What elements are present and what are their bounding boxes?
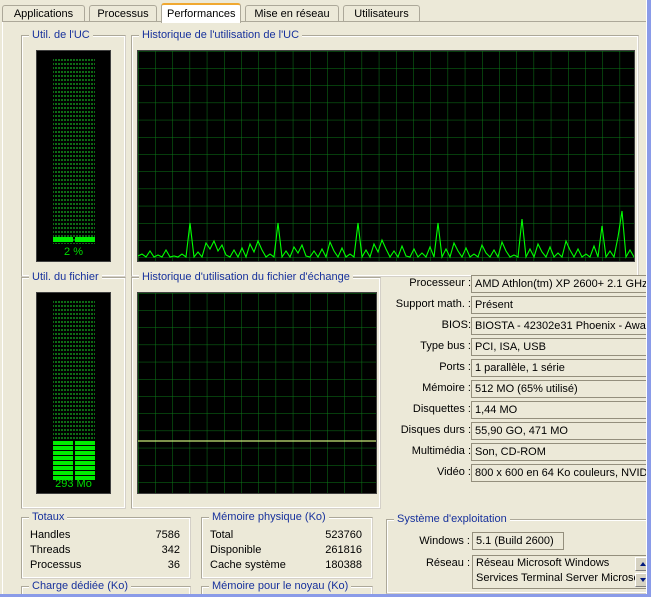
kernel-memory-title: Mémoire pour le noyau (Ko) [209,580,352,592]
commit-charge-title: Charge dédiée (Ko) [29,580,132,592]
network-item-1[interactable]: Services Terminal Server Microsc [473,571,651,586]
totals-row-handles: Handles 7586 [30,529,182,544]
sysinfo-label-bios: BIOS: [441,319,471,331]
physmem-value-disponible: 261816 [325,544,362,556]
sysinfo-row-disques-durs: Disques durs : 55,90 GO, 471 MO [386,422,651,442]
sysinfo-value-type-bus: PCI, ISA, USB [471,338,651,356]
cpu-usage-group: Util. de l'UC 2 % [21,29,126,277]
performances-tab-panel: Util. de l'UC 2 % Historique de l'utilis… [2,22,651,597]
sysinfo-label-memoire: Mémoire : [422,382,471,394]
sysinfo-row-type-bus: Type bus : PCI, ISA, USB [386,338,651,358]
physmem-value-cache: 180388 [325,559,362,571]
os-value-windows: 5.1 (Build 2600) [472,532,564,550]
sysinfo-label-disquettes: Disquettes : [412,403,471,415]
sysinfo-value-processeur: AMD Athlon(tm) XP 2600+ 2.1 GHz [471,275,651,293]
file-usage-title: Util. du fichier [29,271,102,283]
system-info-panel: Processeur : AMD Athlon(tm) XP 2600+ 2.1… [386,275,651,507]
file-history-group: Historique d'utilisation du fichier d'éc… [131,271,381,509]
os-row-reseau: Réseau : Réseau Microsoft Windows Servic… [387,555,651,589]
physmem-label-cache: Cache système [210,559,286,571]
cpu-history-graph [137,50,635,262]
cpu-usage-meter: 2 % [36,50,111,262]
file-history-title: Historique d'utilisation du fichier d'éc… [139,271,353,283]
cpu-usage-title: Util. de l'UC [29,29,93,41]
file-usage-group: Util. du fichier 293 Mo [21,271,126,509]
sysinfo-row-disquettes: Disquettes : 1,44 MO [386,401,651,421]
file-history-graph [137,292,377,494]
physmem-row-disponible: Disponible 261816 [210,544,364,559]
os-label-reseau: Réseau : [425,557,470,569]
sysinfo-value-memoire: 512 MO (65% utilisé) [471,380,651,398]
file-history-graphic [138,293,376,493]
totals-row-processus: Processus 36 [30,559,182,574]
cpu-meter-graphic [53,59,95,244]
file-usage-meter: 293 Mo [36,292,111,494]
totals-title: Totaux [29,511,68,523]
sysinfo-row-processeur: Processeur : AMD Athlon(tm) XP 2600+ 2.1… [386,275,651,295]
physmem-value-total: 523760 [325,529,362,541]
totals-label-processus: Processus [30,559,82,571]
tab-utilisateurs[interactable]: Utilisateurs [343,5,420,22]
chevron-up-icon [639,562,646,566]
chevron-down-icon [639,578,646,582]
totals-value-threads: 342 [161,544,180,556]
physmem-row-cache: Cache système 180388 [210,559,364,574]
tab-applications[interactable]: Applications [2,5,85,22]
task-manager-window: Applications Processus Performances Mise… [0,0,651,597]
os-group-title: Système d'exploitation [394,513,510,525]
sysinfo-label-video: Vidéo : [436,466,471,478]
cpu-usage-value: 2 % [64,246,83,258]
sysinfo-row-bios: BIOS: BIOSTA - 42302e31 Phoenix - Awar [386,317,651,337]
tab-strip: Applications Processus Performances Mise… [2,3,647,23]
sysinfo-label-ports: Ports : [439,361,471,373]
tab-performances[interactable]: Performances [161,3,241,23]
sysinfo-label-type-bus: Type bus : [420,340,471,352]
sysinfo-row-video: Vidéo : 800 x 600 en 64 Ko couleurs, NVI… [386,464,651,484]
sysinfo-row-ports: Ports : 1 parallèle, 1 série [386,359,651,379]
sysinfo-value-video: 800 x 600 en 64 Ko couleurs, NVIDI [471,464,651,482]
file-meter-graphic [53,301,95,480]
window-border-right [647,0,651,597]
sysinfo-value-bios: BIOSTA - 42302e31 Phoenix - Awar [471,317,651,335]
cpu-history-group: Historique de l'utilisation de l'UC [131,29,639,277]
totals-group: Totaux Handles 7586 Threads 342 Processu… [21,511,191,579]
sysinfo-label-multimedia: Multimédia : [411,445,471,457]
file-usage-value: 293 Mo [55,478,92,490]
physmem-label-disponible: Disponible [210,544,262,556]
sysinfo-value-disques-durs: 55,90 GO, 471 MO [471,422,651,440]
cpu-history-title: Historique de l'utilisation de l'UC [139,29,303,41]
physmem-row-total: Total 523760 [210,529,364,544]
sysinfo-label-support-math: Support math. : [395,298,471,310]
sysinfo-row-support-math: Support math. : Présent [386,296,651,316]
sysinfo-value-ports: 1 parallèle, 1 série [471,359,651,377]
totals-value-processus: 36 [167,559,180,571]
sysinfo-label-disques-durs: Disques durs : [400,424,471,436]
physmem-label-total: Total [210,529,234,541]
os-group: Système d'exploitation Windows : 5.1 (Bu… [386,513,651,594]
sysinfo-value-disquettes: 1,44 MO [471,401,651,419]
totals-value-handles: 7586 [155,529,180,541]
tab-processus[interactable]: Processus [89,5,157,22]
os-label-windows: Windows : [419,535,470,547]
physical-memory-group: Mémoire physique (Ko) Total 523760 Dispo… [201,511,373,579]
totals-row-threads: Threads 342 [30,544,182,559]
physical-memory-title: Mémoire physique (Ko) [209,511,329,523]
sysinfo-row-memoire: Mémoire : 512 MO (65% utilisé) [386,380,651,400]
network-item-0[interactable]: Réseau Microsoft Windows [473,556,651,571]
os-row-windows: Windows : 5.1 (Build 2600) [387,532,647,552]
sysinfo-label-processeur: Processeur : [409,277,471,289]
totals-label-threads: Threads [30,544,71,556]
cpu-history-graphic [138,51,634,261]
network-listbox[interactable]: Réseau Microsoft Windows Services Termin… [472,555,651,589]
tab-mise-en-reseau[interactable]: Mise en réseau [245,5,339,22]
sysinfo-value-multimedia: Son, CD-ROM [471,443,651,461]
totals-label-handles: Handles [30,529,71,541]
sysinfo-row-multimedia: Multimédia : Son, CD-ROM [386,443,651,463]
sysinfo-value-support-math: Présent [471,296,651,314]
